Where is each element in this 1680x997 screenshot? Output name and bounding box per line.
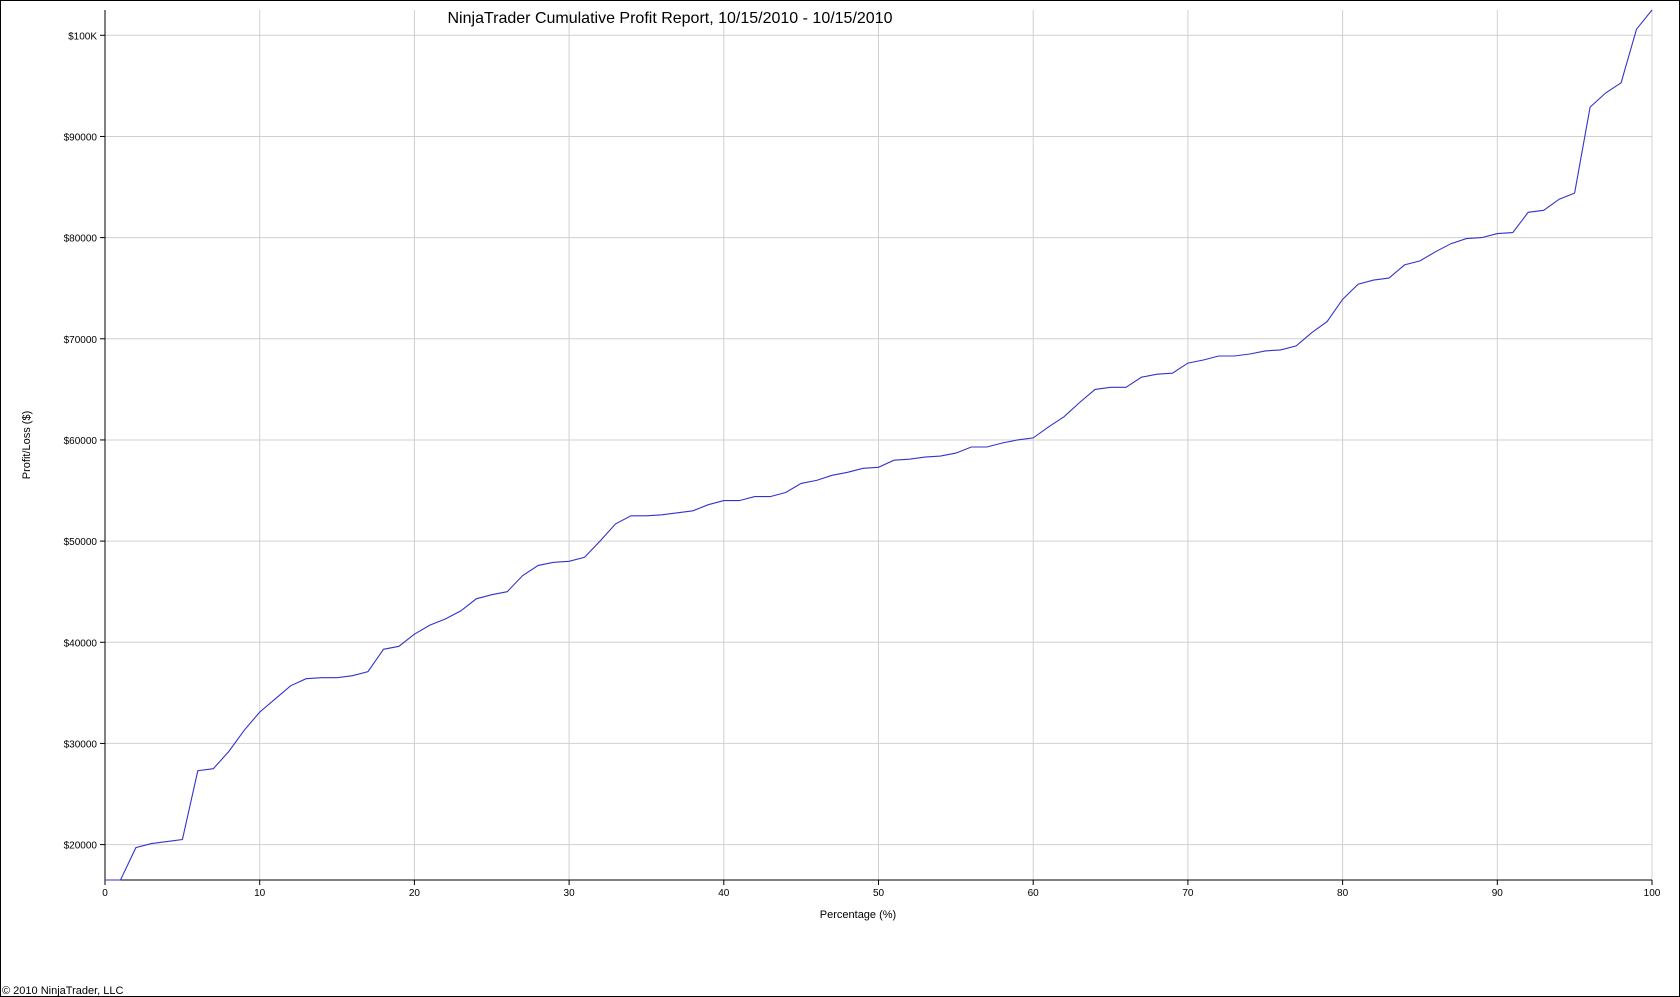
x-tick-label: 0 xyxy=(102,888,108,899)
x-tick-label: 70 xyxy=(1182,888,1194,899)
x-tick-label: 100 xyxy=(1644,888,1661,899)
tick-layer: 0 10 20 30 40 50 60 70 80 90 100 $20000 $30000 $40000… xyxy=(64,31,1661,899)
y-tick-label: $30000 xyxy=(64,739,98,750)
y-tick-label: $100K xyxy=(68,31,97,42)
x-tick-label: 60 xyxy=(1028,888,1040,899)
x-tick-label: 90 xyxy=(1492,888,1504,899)
x-axis-title: Percentage (%) xyxy=(820,909,896,921)
x-tick-label: 40 xyxy=(718,888,730,899)
x-tick-label: 50 xyxy=(873,888,885,899)
y-tick-label: $70000 xyxy=(64,335,98,346)
y-tick-label: $80000 xyxy=(64,234,98,245)
x-tick-label: 80 xyxy=(1337,888,1349,899)
chart-canvas: 0 10 20 30 40 50 60 70 80 90 100 $20000 $30000 $40000… xyxy=(2,9,1661,997)
y-tick-label: $40000 xyxy=(64,638,98,649)
copyright-notice: © 2010 NinjaTrader, LLC xyxy=(2,985,123,997)
x-tick-label: 20 xyxy=(409,888,421,899)
chart-title: NinjaTrader Cumulative Profit Report, 10… xyxy=(448,10,893,27)
y-tick-label: $60000 xyxy=(64,436,98,447)
y-tick-label: $90000 xyxy=(64,132,98,143)
x-tick-label: 10 xyxy=(254,888,266,899)
y-axis-title: Profit/Loss ($) xyxy=(21,411,33,479)
y-tick-label: $20000 xyxy=(64,841,98,852)
x-tick-label: 30 xyxy=(564,888,576,899)
grid-layer xyxy=(105,10,1653,880)
y-tick-label: $50000 xyxy=(64,537,98,548)
